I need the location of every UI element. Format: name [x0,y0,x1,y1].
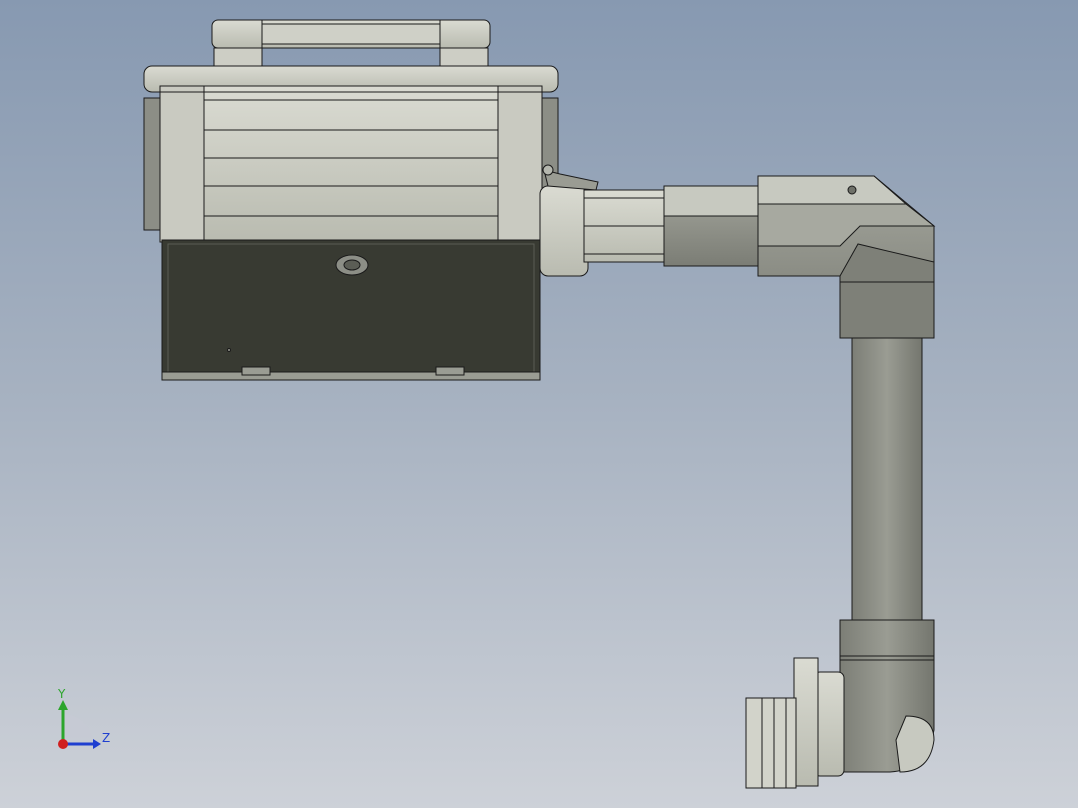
robot-arm-model[interactable] [0,0,1078,808]
y-axis-label: Y [58,687,66,701]
axis-triad-graphic [58,700,101,749]
axis-triad: Y Z [40,680,130,760]
upper-housing [143,65,559,243]
end-flange [745,657,819,789]
z-axis-label: Z [102,731,111,745]
elbow-joint [757,175,936,339]
lower-housing [161,239,541,381]
wrist-joint [813,659,935,777]
vertical-arm [839,337,935,661]
actuator-shaft [539,164,765,277]
cad-viewport[interactable]: Y Z [0,0,1078,808]
